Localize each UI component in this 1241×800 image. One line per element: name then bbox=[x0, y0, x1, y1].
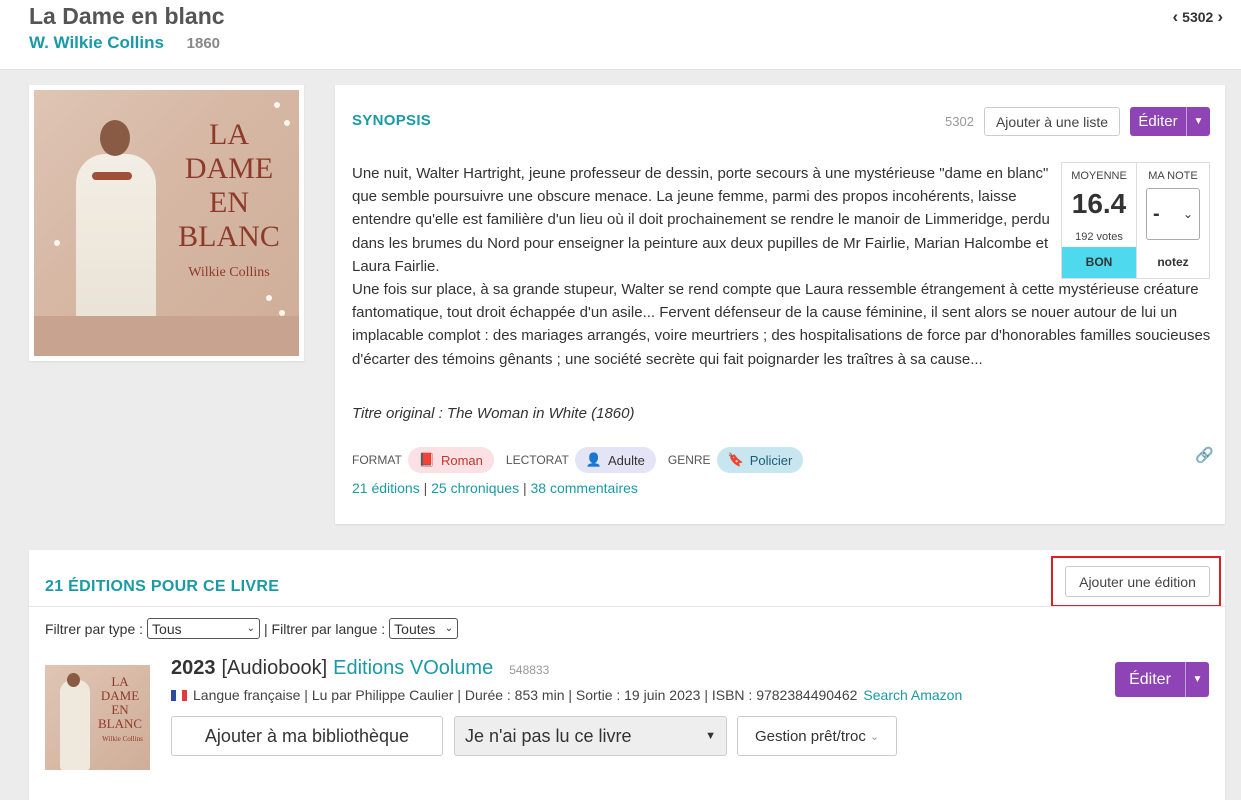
rating-verdict: BON bbox=[1062, 247, 1136, 278]
caret-down-icon: ▼ bbox=[705, 730, 716, 742]
average-score: 16.4 bbox=[1071, 188, 1127, 219]
synopsis-paragraph-1: Une nuit, Walter Hartright, jeune profes… bbox=[352, 165, 1050, 275]
lectorat-tag[interactable]: 👤 Adulte bbox=[574, 447, 656, 473]
chevron-left-icon[interactable]: ‹ bbox=[1173, 7, 1179, 27]
filter-type-select[interactable]: Tous ⌄ bbox=[147, 618, 261, 639]
edit-book-button[interactable]: Éditer ▼ bbox=[1130, 107, 1210, 136]
edition-meta: Langue française | Lu par Philippe Cauli… bbox=[171, 687, 962, 703]
editions-link[interactable]: 21 éditions bbox=[352, 480, 420, 496]
read-status-select[interactable]: Je n'ai pas lu ce livre ▼ bbox=[454, 716, 727, 756]
synopsis-id: 5302 bbox=[945, 114, 974, 129]
add-to-list-button[interactable]: Ajouter à une liste bbox=[984, 107, 1120, 136]
filter-language-select[interactable]: Toutes ⌄ bbox=[389, 618, 459, 639]
edition-heading: 2023 [Audiobook] Editions VOolume 548833 bbox=[171, 657, 549, 680]
my-rating: MA NOTE - ⌄ notez bbox=[1136, 163, 1209, 278]
publication-year: 1860 bbox=[186, 35, 221, 52]
synopsis-card: SYNOPSIS 5302 Ajouter à une liste Éditer… bbox=[335, 85, 1225, 524]
chevron-down-icon: ⌄ bbox=[246, 623, 256, 634]
chevron-down-icon: ⌄ bbox=[869, 730, 880, 743]
comments-link[interactable]: 38 commentaires bbox=[531, 480, 638, 496]
book-header: La Dame en blanc W. Wilkie Collins 1860 … bbox=[0, 0, 1241, 70]
chevron-down-icon: ⌄ bbox=[1182, 207, 1193, 221]
editions-heading: 21 ÉDITIONS POUR CE LIVRE bbox=[45, 578, 280, 595]
chevron-down-icon: ⌄ bbox=[444, 623, 454, 634]
add-to-library-button[interactable]: Ajouter à ma bibliothèque bbox=[171, 716, 443, 756]
edit-edition-label[interactable]: Éditer bbox=[1115, 662, 1185, 697]
book-tags: FORMAT 📕 Roman LECTORAT 👤 Adulte GENRE 🔖… bbox=[352, 447, 815, 473]
rate-cta: notez bbox=[1157, 255, 1189, 269]
publisher-link[interactable]: Editions VOolume bbox=[333, 657, 493, 680]
link-icon[interactable]: 🔗 bbox=[1195, 446, 1214, 464]
book-pager: ‹ 5302 › bbox=[1173, 7, 1224, 27]
page-title: La Dame en blanc bbox=[29, 3, 225, 29]
book-id: 5302 bbox=[1182, 9, 1214, 25]
synopsis-paragraph-2: Une fois sur place, à sa grande stupeur,… bbox=[352, 281, 1211, 368]
genre-tag[interactable]: 🔖 Policier bbox=[716, 447, 804, 473]
add-edition-button[interactable]: Ajouter une édition bbox=[1065, 566, 1210, 597]
edit-book-label[interactable]: Éditer bbox=[1130, 107, 1186, 136]
edition-year: 2023 bbox=[171, 657, 216, 679]
chroniques-link[interactable]: 25 chroniques bbox=[431, 480, 519, 496]
chevron-right-icon[interactable]: › bbox=[1217, 7, 1223, 27]
synopsis-heading: SYNOPSIS bbox=[352, 112, 432, 129]
caret-down-icon[interactable]: ▼ bbox=[1186, 107, 1210, 136]
french-flag-icon bbox=[171, 689, 187, 701]
average-rating: MOYENNE 16.4 192 votes BON bbox=[1062, 163, 1136, 278]
book-icon: 📕 bbox=[418, 452, 435, 467]
person-icon: 👤 bbox=[585, 452, 602, 467]
author-line: W. Wilkie Collins 1860 bbox=[29, 33, 220, 53]
rating-box: MOYENNE 16.4 192 votes BON MA NOTE - ⌄ n… bbox=[1061, 162, 1210, 279]
cover-card: LA DAME EN BLANC Wilkie Collins bbox=[29, 85, 304, 361]
edition-type: [Audiobook] bbox=[221, 657, 328, 679]
loan-management-button[interactable]: Gestion prêt/troc ⌄ bbox=[737, 716, 897, 756]
my-rating-select[interactable]: - ⌄ bbox=[1146, 188, 1200, 240]
book-stats-links: 21 éditions | 25 chroniques | 38 comment… bbox=[352, 480, 638, 496]
search-amazon-link[interactable]: Search Amazon bbox=[863, 687, 962, 703]
edition-cover-thumbnail[interactable]: LA DAME EN BLANC Wilkie Collins bbox=[45, 665, 150, 770]
edition-details: Langue française | Lu par Philippe Cauli… bbox=[193, 687, 858, 703]
editions-card: 21 ÉDITIONS POUR CE LIVRE Ajouter une éd… bbox=[29, 550, 1225, 800]
caret-down-icon[interactable]: ▼ bbox=[1185, 662, 1209, 697]
cover-title: LA DAME EN BLANC bbox=[178, 118, 280, 253]
bookmark-icon: 🔖 bbox=[727, 452, 744, 467]
edit-edition-button[interactable]: Éditer ▼ bbox=[1115, 662, 1209, 697]
book-cover-image[interactable]: LA DAME EN BLANC Wilkie Collins bbox=[34, 90, 299, 356]
cover-author: Wilkie Collins bbox=[188, 265, 270, 280]
vote-count: 192 votes bbox=[1075, 231, 1123, 243]
original-title: Titre original : The Woman in White (186… bbox=[352, 405, 635, 422]
add-edition-highlight: Ajouter une édition bbox=[1051, 556, 1221, 607]
edition-id: 548833 bbox=[509, 663, 550, 677]
format-tag[interactable]: 📕 Roman bbox=[407, 447, 494, 473]
edition-filters: Filtrer par type : Tous ⌄ | Filtrer par … bbox=[45, 618, 459, 639]
author-link[interactable]: W. Wilkie Collins bbox=[29, 33, 164, 52]
